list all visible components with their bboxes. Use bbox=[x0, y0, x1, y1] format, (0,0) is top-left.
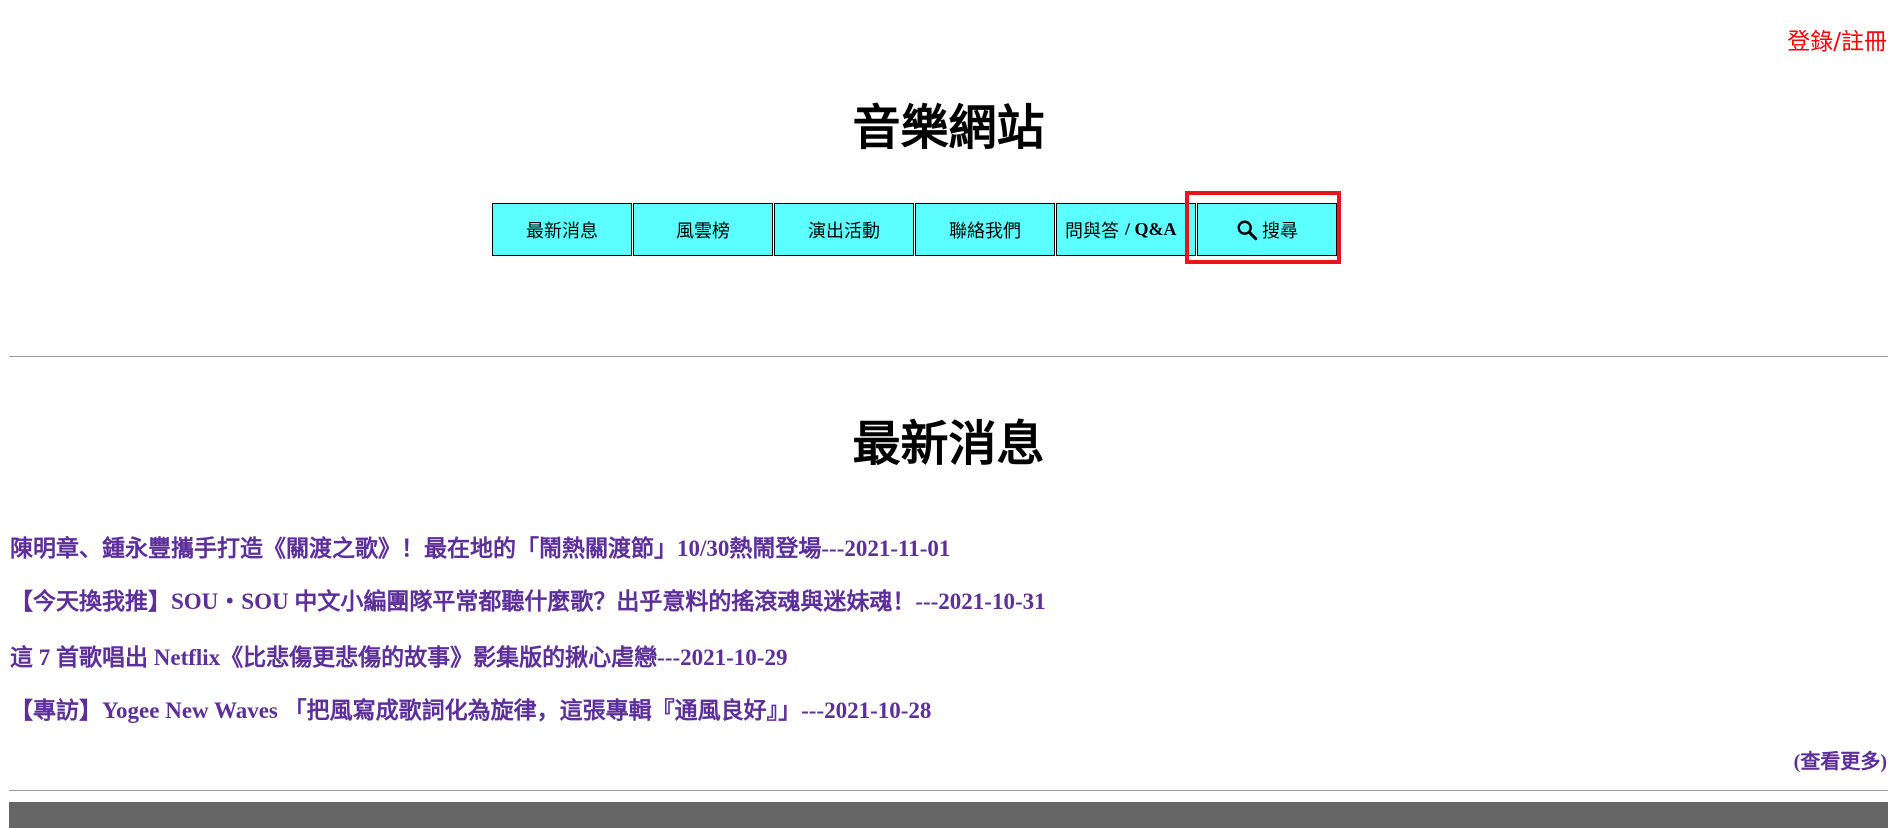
divider-top bbox=[9, 356, 1888, 357]
divider-bottom bbox=[9, 790, 1888, 791]
nav-item-events[interactable]: 演出活動 bbox=[774, 203, 914, 256]
search-button[interactable]: 搜尋 bbox=[1197, 203, 1337, 256]
login-register-link[interactable]: 登錄/註冊 bbox=[1787, 22, 1887, 56]
site-title: 音樂網站 bbox=[852, 100, 1045, 156]
main-nav: 最新消息 風雲榜 演出活動 聯絡我們 問與答 / Q&A 搜尋 bbox=[492, 191, 1341, 264]
nav-item-charts[interactable]: 風雲榜 bbox=[633, 203, 773, 256]
nav-item-qa[interactable]: 問與答 / Q&A bbox=[1056, 203, 1196, 256]
news-link[interactable]: 【專訪】Yogee New Waves 「把風寫成歌詞化為旋律，這張專輯『通風良… bbox=[10, 691, 931, 725]
nav-item-label: 演出活動 bbox=[808, 220, 880, 242]
search-nav-wrapper: 搜尋 bbox=[1185, 191, 1341, 264]
news-link[interactable]: 這 7 首歌唱出 Netflix《比悲傷更悲傷的故事》影集版的揪心虐戀---20… bbox=[10, 638, 787, 672]
search-label: 搜尋 bbox=[1262, 220, 1298, 242]
section-title: 最新消息 bbox=[852, 416, 1045, 472]
nav-item-label: 問與答 bbox=[1065, 220, 1119, 242]
nav-item-label-en: / Q&A bbox=[1125, 219, 1177, 239]
view-more-link[interactable]: (查看更多) bbox=[1794, 745, 1887, 774]
page: 登錄/註冊 音樂網站 最新消息 風雲榜 演出活動 聯絡我們 問與答 / Q&A bbox=[0, 0, 1897, 828]
nav-item-label: 風雲榜 bbox=[676, 220, 730, 242]
nav-item-latest-news[interactable]: 最新消息 bbox=[492, 203, 632, 256]
search-icon bbox=[1237, 220, 1258, 240]
footer-bar bbox=[9, 802, 1888, 828]
nav-item-label: 最新消息 bbox=[526, 220, 598, 242]
nav-item-label: 聯絡我們 bbox=[949, 220, 1021, 242]
nav-item-contact[interactable]: 聯絡我們 bbox=[915, 203, 1055, 256]
news-link[interactable]: 【今天換我推】SOU・SOU 中文小編團隊平常都聽什麼歌？出乎意料的搖滾魂與迷妹… bbox=[10, 582, 1046, 616]
news-link[interactable]: 陳明章、鍾永豐攜手打造《關渡之歌》！最在地的「鬧熱關渡節」10/30熱鬧登場--… bbox=[10, 529, 950, 563]
